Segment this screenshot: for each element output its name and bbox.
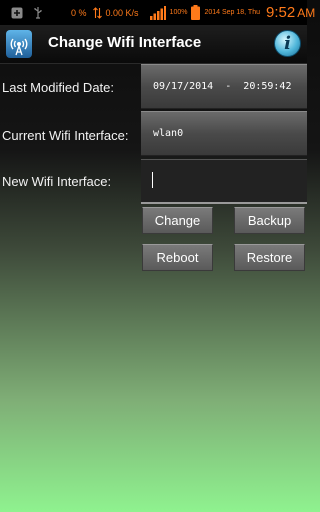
usb-icon [33,6,43,19]
network-arrows-icon [92,6,102,19]
status-date: 2014 Sep 18, Thu [204,9,260,16]
page-title: Change Wifi Interface [48,34,202,51]
status-meridiem: AM [297,5,316,20]
network-speed: 0.00 K/s [105,7,139,18]
signal-bars-icon [149,5,166,20]
restore-button[interactable]: Restore [234,244,305,271]
status-time: 9:52 [265,4,296,21]
change-button[interactable]: Change [142,207,213,234]
current-interface-value: wlan0 [141,111,307,156]
battery-icon [191,5,201,20]
action-bar: Change Wifi Interface i [0,25,307,64]
info-icon[interactable]: i [274,30,301,57]
plus-icon [11,7,23,19]
current-interface-label: Current Wifi Interface: [2,128,129,143]
last-modified-label: Last Modified Date: [2,80,115,95]
info-glyph: i [284,33,291,54]
new-interface-label: New Wifi Interface: [2,174,112,189]
signal-percent: 0 % [71,7,87,18]
text-caret [152,172,153,188]
status-bar: 0 % 0.00 K/s 100% 2014 Sep 18, Thu 9:52 … [0,0,315,25]
backup-button[interactable]: Backup [234,207,305,234]
reboot-button[interactable]: Reboot [142,244,213,271]
new-interface-input[interactable] [141,159,307,204]
battery-percent: 100% [169,9,188,16]
wifi-tower-icon[interactable] [6,30,32,58]
last-modified-value: 09/17/2014 - 20:59:42 [141,64,307,109]
